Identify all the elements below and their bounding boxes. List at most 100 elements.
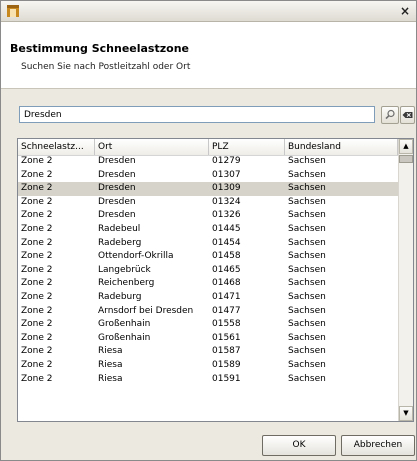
cell-plz: 01591 [212, 373, 241, 384]
scroll-up-button[interactable]: ▲ [399, 139, 413, 154]
table-row[interactable]: Zone 2 Großenhain 01561 Sachsen [18, 332, 398, 346]
cell-zone: Zone 2 [21, 223, 53, 234]
cell-bundesland: Sachsen [288, 251, 326, 262]
table-row[interactable]: Zone 2 Radeburg 01471 Sachsen [18, 291, 398, 305]
cell-zone: Zone 2 [21, 264, 53, 275]
cell-bundesland: Sachsen [288, 237, 326, 248]
cell-bundesland: Sachsen [288, 373, 326, 384]
cell-bundesland: Sachsen [288, 359, 326, 370]
cell-plz: 01589 [212, 359, 241, 370]
table-row[interactable]: Zone 2 Riesa 01591 Sachsen [18, 373, 398, 387]
table-body: Zone 2 Dresden 01279 Sachsen Zone 2 Dresden 01… [18, 155, 398, 386]
clear-search-button[interactable] [400, 106, 415, 124]
cell-ort: Riesa [98, 373, 123, 384]
table-row[interactable]: Zone 2 Großenhain 01558 Sachsen [18, 318, 398, 332]
table-row[interactable]: Zone 2 Langebrück 01465 Sachsen [18, 264, 398, 278]
cell-plz: 01307 [212, 169, 241, 180]
cell-ort: Ottendorf-Okrilla [98, 251, 174, 262]
cell-zone: Zone 2 [21, 332, 53, 343]
table-row[interactable]: Zone 2 Dresden 01324 Sachsen [18, 196, 398, 210]
scrollbar-thumb[interactable] [399, 155, 413, 163]
close-button[interactable]: × [398, 4, 412, 18]
cell-zone: Zone 2 [21, 237, 53, 248]
cell-plz: 01477 [212, 305, 241, 316]
cell-zone: Zone 2 [21, 196, 53, 207]
dialog-header: Bestimmung Schneelastzone Suchen Sie nac… [1, 22, 416, 89]
table-row[interactable]: Zone 2 Riesa 01587 Sachsen [18, 345, 398, 359]
cell-ort: Dresden [98, 156, 136, 166]
cell-ort: Großenhain [98, 319, 151, 330]
cell-plz: 01465 [212, 264, 241, 275]
ok-button[interactable]: OK [262, 435, 336, 456]
cell-plz: 01445 [212, 223, 241, 234]
cell-ort: Dresden [98, 169, 136, 180]
table-row[interactable]: Zone 2 Dresden 01307 Sachsen [18, 169, 398, 183]
dialog-window: × Bestimmung Schneelastzone Suchen Sie n… [0, 0, 417, 461]
cell-ort: Radebeul [98, 223, 141, 234]
table-row[interactable]: Zone 2 Dresden 01279 Sachsen [18, 155, 398, 169]
title-bar[interactable]: × [1, 1, 416, 22]
cell-plz: 01471 [212, 291, 241, 302]
table-row[interactable]: Zone 2 Radeberg 01454 Sachsen [18, 237, 398, 251]
cell-ort: Riesa [98, 359, 123, 370]
cell-zone: Zone 2 [21, 319, 53, 330]
table-header: Schneelastz... Ort PLZ Bundesland [18, 139, 398, 156]
cell-ort: Riesa [98, 346, 123, 357]
cell-bundesland: Sachsen [288, 305, 326, 316]
cell-zone: Zone 2 [21, 183, 53, 194]
cell-plz: 01458 [212, 251, 241, 262]
cell-plz: 01326 [212, 210, 241, 221]
cell-zone: Zone 2 [21, 251, 53, 262]
cell-ort: Dresden [98, 210, 136, 221]
cell-bundesland: Sachsen [288, 319, 326, 330]
cell-plz: 01561 [212, 332, 241, 343]
cell-ort: Dresden [98, 196, 136, 207]
cell-zone: Zone 2 [21, 373, 53, 384]
cell-bundesland: Sachsen [288, 196, 326, 207]
search-input[interactable] [19, 106, 375, 123]
table-row[interactable]: Zone 2 Dresden 01326 Sachsen [18, 209, 398, 223]
cell-plz: 01454 [212, 237, 241, 248]
table-row[interactable]: Zone 2 Arnsdorf bei Dresden 01477 Sachsen [18, 305, 398, 319]
column-header-ort[interactable]: Ort [95, 139, 209, 155]
dialog-title: Bestimmung Schneelastzone [10, 42, 189, 55]
column-header-zone[interactable]: Schneelastz... [18, 139, 95, 155]
cell-ort: Radeberg [98, 237, 142, 248]
cell-bundesland: Sachsen [288, 346, 326, 357]
cell-zone: Zone 2 [21, 169, 53, 180]
table-row[interactable]: Zone 2 Dresden 01309 Sachsen [18, 182, 398, 196]
cell-zone: Zone 2 [21, 210, 53, 221]
table-row[interactable]: Zone 2 Reichenberg 01468 Sachsen [18, 277, 398, 291]
cell-bundesland: Sachsen [288, 169, 326, 180]
cell-zone: Zone 2 [21, 346, 53, 357]
cell-plz: 01558 [212, 319, 241, 330]
table-row[interactable]: Zone 2 Ottendorf-Okrilla 01458 Sachsen [18, 250, 398, 264]
cell-bundesland: Sachsen [288, 223, 326, 234]
cell-bundesland: Sachsen [288, 291, 326, 302]
cell-plz: 01587 [212, 346, 241, 357]
cell-ort: Dresden [98, 183, 136, 194]
cell-zone: Zone 2 [21, 291, 53, 302]
cancel-button[interactable]: Abbrechen [341, 435, 415, 456]
results-table: Schneelastz... Ort PLZ Bundesland Zone 2… [17, 138, 414, 422]
app-icon [7, 5, 19, 17]
cell-zone: Zone 2 [21, 156, 53, 166]
scroll-down-button[interactable]: ▼ [399, 406, 413, 421]
cell-bundesland: Sachsen [288, 210, 326, 221]
cell-zone: Zone 2 [21, 305, 53, 316]
vertical-scrollbar[interactable]: ▲ ▼ [398, 139, 413, 421]
cell-plz: 01324 [212, 196, 241, 207]
cell-bundesland: Sachsen [288, 264, 326, 275]
cell-bundesland: Sachsen [288, 278, 326, 289]
search-icon [385, 109, 395, 120]
column-header-bundesland[interactable]: Bundesland [285, 139, 398, 155]
cell-ort: Langebrück [98, 264, 151, 275]
cell-bundesland: Sachsen [288, 332, 326, 343]
cell-zone: Zone 2 [21, 278, 53, 289]
cell-ort: Großenhain [98, 332, 151, 343]
table-row[interactable]: Zone 2 Radebeul 01445 Sachsen [18, 223, 398, 237]
dialog-subtitle: Suchen Sie nach Postleitzahl oder Ort [21, 62, 191, 72]
column-header-plz[interactable]: PLZ [209, 139, 285, 155]
table-row[interactable]: Zone 2 Riesa 01589 Sachsen [18, 359, 398, 373]
search-button[interactable] [381, 106, 399, 124]
